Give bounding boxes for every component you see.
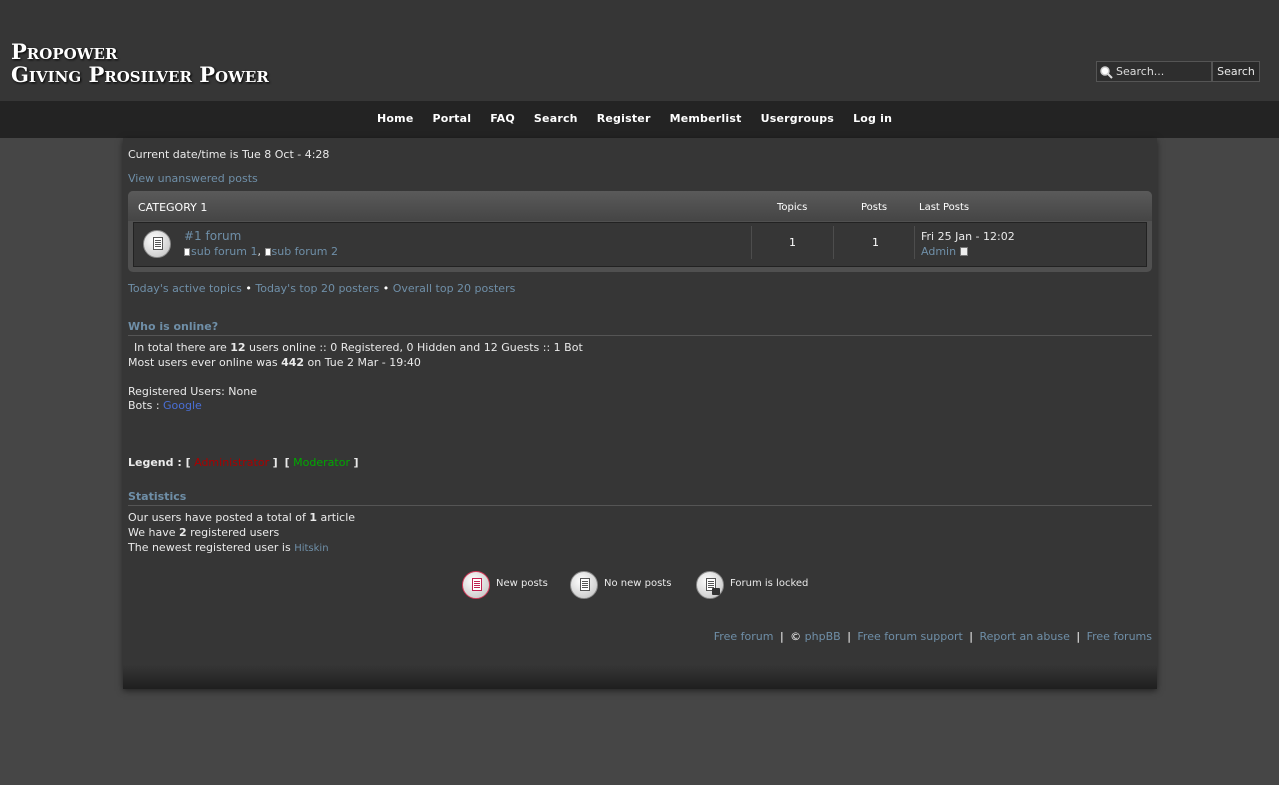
forum-locked-label: Forum is locked <box>730 578 809 589</box>
nav-faq[interactable]: FAQ <box>490 112 515 125</box>
who-online-title[interactable]: Who is online? <box>128 320 1152 336</box>
forum-locked-icon <box>696 571 724 599</box>
category-box: CATEGORY 1 Topics Posts Last Posts #1 fo… <box>128 191 1152 272</box>
stat-newest-user: The newest registered user is Hitskin <box>128 541 329 554</box>
search-icon <box>1100 65 1113 79</box>
bullet: • <box>245 282 252 295</box>
free-forum-link[interactable]: Free forum <box>714 630 774 643</box>
current-datetime: Current date/time is Tue 8 Oct - 4:28 <box>128 148 330 161</box>
forum-read-icon <box>143 230 171 258</box>
nav-home[interactable]: Home <box>377 112 414 125</box>
col-last-posts: Last Posts <box>919 202 970 213</box>
stat-users: We have 2 registered users <box>128 526 280 539</box>
no-new-posts-icon <box>570 571 598 599</box>
category-title[interactable]: CATEGORY 1 <box>138 201 207 214</box>
legend: Legend : [ Administrator ] [ Moderator ] <box>128 456 359 469</box>
subforum-list: sub forum 1, sub forum 2 <box>184 245 338 258</box>
search-field <box>1096 61 1212 82</box>
last-post-info: Admin <box>921 245 969 258</box>
bots-online: Bots : Google <box>128 399 202 412</box>
column-divider <box>833 226 834 259</box>
topics-count: 1 <box>789 236 796 249</box>
subforum-link-2[interactable]: sub forum 2 <box>272 245 339 258</box>
unanswered-link[interactable]: View unanswered posts <box>128 172 258 185</box>
last-post-date: Fri 25 Jan - 12:02 <box>921 230 1015 243</box>
footer-links: Free forum | © phpBB | Free forum suppor… <box>713 630 1152 643</box>
column-divider <box>751 226 752 259</box>
view-latest-post-icon[interactable] <box>960 247 969 256</box>
new-posts-label: New posts <box>496 578 548 589</box>
top-overall-link[interactable]: Overall top 20 posters <box>393 282 516 295</box>
nav-search[interactable]: Search <box>534 112 578 125</box>
site-logo[interactable]: Propower Giving Prosilver Power <box>11 40 269 86</box>
logo-line-2: Giving Prosilver Power <box>11 62 269 87</box>
bullet: • <box>382 282 390 295</box>
category-header: CATEGORY 1 Topics Posts Last Posts <box>128 191 1152 221</box>
legend-admin: Administrator <box>194 456 270 469</box>
logo-line-1: Propower <box>11 39 118 64</box>
col-topics: Topics <box>777 202 808 213</box>
forum-row: #1 forum sub forum 1, sub forum 2 1 1 Fr… <box>133 222 1147 267</box>
active-topics-link[interactable]: Today's active topics <box>128 282 242 295</box>
registered-users: Registered Users: None <box>128 385 257 398</box>
subforum-link-1[interactable]: sub forum 1 <box>191 245 258 258</box>
column-divider <box>914 226 915 259</box>
subforum-icon <box>184 248 190 256</box>
forum-title-link[interactable]: #1 forum <box>184 229 241 243</box>
posts-count: 1 <box>872 236 879 249</box>
subforum-separator: , <box>257 245 262 258</box>
online-total: In total there are 12 users online :: 0 … <box>134 341 583 354</box>
header-search: Search <box>1096 61 1260 82</box>
legend-moderator: Moderator <box>293 456 350 469</box>
online-record: Most users ever online was 442 on Tue 2 … <box>128 356 421 369</box>
bot-google[interactable]: Google <box>163 399 202 412</box>
top-today-link[interactable]: Today's top 20 posters <box>255 282 379 295</box>
nav-register[interactable]: Register <box>597 112 651 125</box>
search-input[interactable] <box>1113 65 1209 78</box>
statistics-title: Statistics <box>128 490 1152 506</box>
search-button[interactable]: Search <box>1212 61 1260 82</box>
last-post-author[interactable]: Admin <box>921 245 956 258</box>
site-header: Propower Giving Prosilver Power Search <box>0 0 1279 101</box>
nav-memberlist[interactable]: Memberlist <box>670 112 742 125</box>
main-nav: Home Portal FAQ Search Register Memberli… <box>0 101 1279 138</box>
subforum-icon <box>264 248 271 256</box>
support-link[interactable]: Free forum support <box>857 630 962 643</box>
new-posts-icon <box>462 571 490 599</box>
nav-login[interactable]: Log in <box>853 112 892 125</box>
stat-articles: Our users have posted a total of 1 artic… <box>128 511 356 524</box>
newest-user-link[interactable]: Hitskin <box>294 543 328 554</box>
nav-portal[interactable]: Portal <box>433 112 472 125</box>
panel-footer-shade <box>123 665 1157 689</box>
phpbb-link[interactable]: phpBB <box>805 630 841 643</box>
no-new-posts-label: No new posts <box>604 578 672 589</box>
nav-usergroups[interactable]: Usergroups <box>761 112 834 125</box>
report-abuse-link[interactable]: Report an abuse <box>980 630 1070 643</box>
free-forums-link[interactable]: Free forums <box>1087 630 1152 643</box>
quick-links: Today's active topics • Today's top 20 p… <box>128 282 515 295</box>
main-content: Current date/time is Tue 8 Oct - 4:28 Vi… <box>123 138 1157 689</box>
col-posts: Posts <box>861 202 888 213</box>
